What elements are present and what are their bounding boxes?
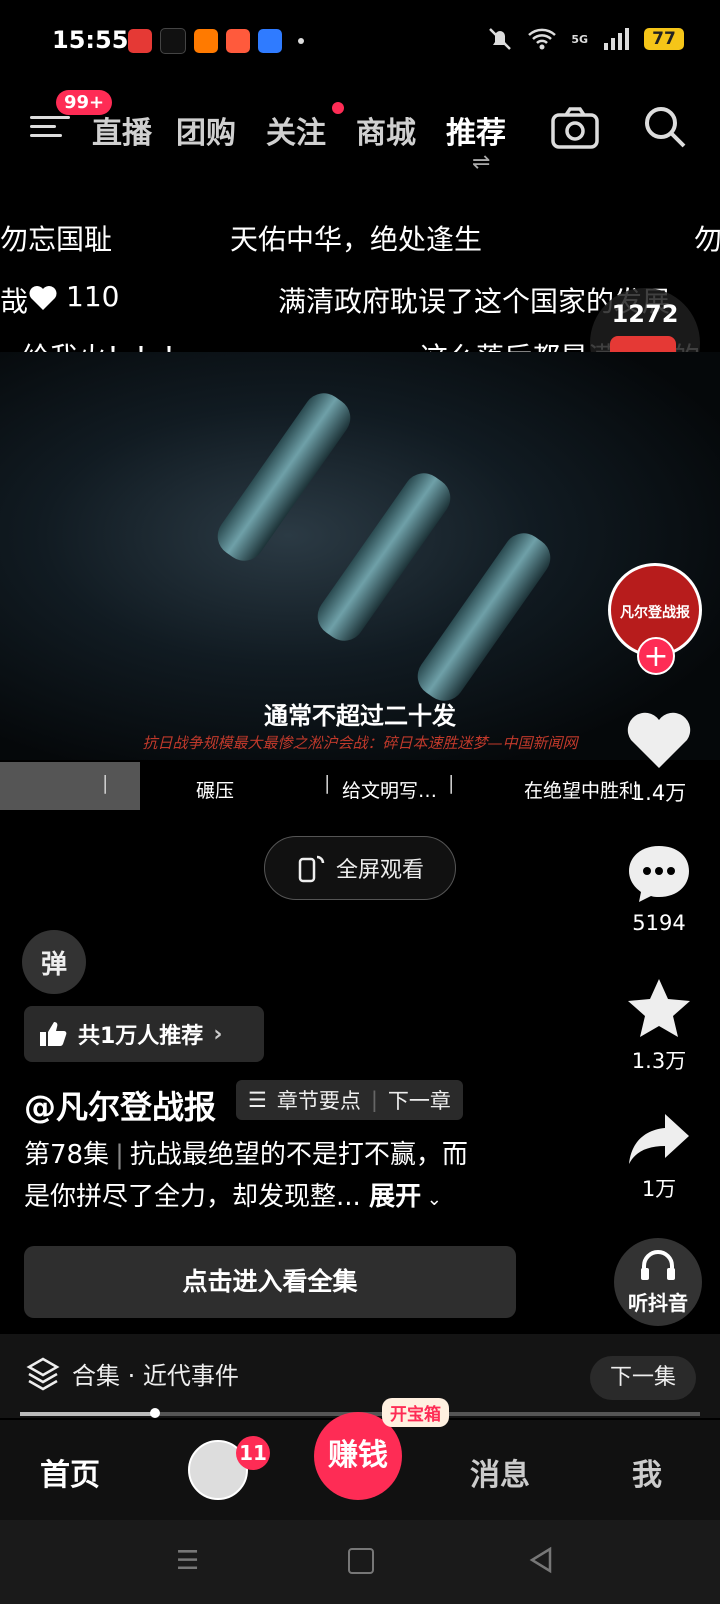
bullet-shape [309, 465, 459, 649]
headphones-icon [641, 1250, 675, 1280]
baidu-icon [258, 29, 282, 53]
favorite-count: 1.3万 [631, 1049, 687, 1073]
friends-badge: 11 [236, 1436, 270, 1470]
recommend-pill[interactable]: 共1万人推荐 › [24, 1006, 264, 1062]
danmaku-item: 天佑中华，绝处逢生 [230, 223, 483, 256]
desc-line2: 是你拼尽了全力，却发现整... [24, 1182, 361, 1212]
episode-label: 第78集 [24, 1140, 110, 1170]
chevron-down-icon: ⌄ [421, 1189, 442, 1210]
like-button[interactable]: 1.4万 [614, 710, 704, 807]
system-nav-bar: ☰ [0, 1520, 720, 1604]
treasure-badge[interactable]: 开宝箱 [382, 1398, 449, 1427]
tab-group-buy[interactable]: 团购 [176, 108, 236, 152]
comment-button[interactable]: 5194 [614, 842, 704, 935]
status-right: 5G 77 [487, 26, 684, 52]
chapter-points-label[interactable]: 章节要点 [277, 1085, 361, 1115]
video-subtitle: 通常不超过二十发 [264, 701, 456, 730]
chapter-item[interactable]: 碾压 [196, 776, 234, 803]
search-icon[interactable] [642, 104, 688, 150]
chapter-divider: | [102, 772, 109, 794]
comment-icon [629, 846, 689, 902]
app-icon-red [226, 29, 250, 53]
list-icon: ☰ [248, 1088, 267, 1112]
nav-me[interactable]: 我 [632, 1450, 662, 1494]
thumbs-up-icon [40, 1022, 67, 1046]
red-packet-count: 1272 [611, 300, 679, 328]
tiktok-icon [160, 28, 186, 54]
collection-bar[interactable]: 合集 · 近代事件 下一集 [0, 1334, 720, 1418]
fullscreen-button[interactable]: 全屏观看 [264, 836, 456, 900]
collection-label: 合集 · 近代事件 [72, 1362, 239, 1390]
camera-icon[interactable] [550, 106, 600, 150]
danmaku-item: 勿忘国耻 [0, 223, 113, 256]
share-button[interactable]: 1万 [614, 1108, 704, 1203]
video-source-line: 抗日战争规模最大最惨之淞沪会战：碎日本速胜迷梦—中国新闻网 [142, 734, 578, 752]
listen-button[interactable]: 听抖音 [614, 1238, 702, 1326]
menu-button[interactable] [30, 110, 70, 146]
watch-all-button[interactable]: 点击进入看全集 [24, 1246, 516, 1318]
back-icon[interactable] [528, 1546, 554, 1574]
chapter-divider: | [324, 772, 331, 794]
nav-home[interactable]: 首页 [40, 1450, 100, 1494]
battery-indicator: 77 [644, 28, 684, 50]
status-bar: 15:55 5G 77 [0, 0, 720, 80]
heart-icon [29, 286, 57, 310]
mute-bell-icon [489, 28, 512, 50]
clock: 15:55 [52, 26, 129, 54]
chapter-strip: | 碾压 | 给文明写… | 在绝望中胜利 [0, 762, 720, 810]
like-count: 1.4万 [631, 781, 687, 805]
rotate-phone-icon [298, 855, 325, 883]
video-description: 第78集 | 抗战最绝望的不是打不赢，而 是你拼尽了全力，却发现整... 展开 ⌄ [24, 1140, 468, 1212]
top-nav: 99+ 直播 团购 关注 商城 推荐 ⇌ [0, 90, 720, 176]
share-count: 1万 [641, 1177, 677, 1201]
danmaku-likes: 110 [66, 280, 120, 313]
network-label: 5G [571, 32, 588, 46]
tab-live[interactable]: 直播 [92, 108, 152, 152]
bullet-shape [409, 525, 559, 709]
layers-icon [26, 1357, 60, 1391]
next-episode-button[interactable]: 下一集 [589, 1356, 696, 1400]
following-dot [332, 102, 344, 114]
tab-mall[interactable]: 商城 [356, 108, 416, 152]
listen-label: 听抖音 [628, 1291, 688, 1315]
share-arrow-icon [629, 1114, 689, 1164]
more-notifications-icon [298, 38, 304, 44]
star-icon [628, 979, 690, 1037]
nav-messages[interactable]: 消息 [470, 1450, 530, 1494]
next-chapter-label[interactable]: 下一章 [388, 1085, 451, 1115]
chevron-right-icon: › [213, 1021, 223, 1047]
toutiao-icon [128, 29, 152, 53]
fullscreen-label: 全屏观看 [335, 858, 424, 883]
comment-count: 5194 [632, 911, 686, 935]
wifi-icon [528, 28, 557, 50]
danmaku-item: 哉 [0, 285, 29, 318]
chapter-progress [0, 762, 140, 810]
notification-icons [128, 28, 304, 54]
author-name[interactable]: @凡尔登战报 [24, 1082, 216, 1128]
danmaku-toggle-button[interactable]: 弹 [22, 930, 86, 994]
expand-button[interactable]: 展开 [369, 1182, 421, 1212]
favorite-button[interactable]: 1.3万 [614, 976, 704, 1075]
heart-icon [627, 712, 691, 768]
bullet-shape [209, 385, 359, 569]
recommend-label: 共1万人推荐 [78, 1024, 204, 1049]
danmaku-item: 勿 [694, 223, 720, 256]
chapter-item[interactable]: 给文明写… [342, 776, 437, 803]
home-icon[interactable] [348, 1548, 374, 1574]
signal-icon [604, 28, 629, 50]
app-icon-orange [194, 29, 218, 53]
recent-apps-icon[interactable]: ☰ [176, 1546, 199, 1576]
swap-icon[interactable]: ⇌ [472, 150, 490, 175]
chapter-divider: | [448, 772, 455, 794]
follow-button[interactable]: + [637, 637, 675, 675]
tab-recommend[interactable]: 推荐 [446, 108, 506, 152]
tab-following[interactable]: 关注 [266, 108, 326, 152]
playback-progress-fill [20, 1412, 154, 1416]
playback-scrubber[interactable] [150, 1408, 160, 1418]
chapter-pill[interactable]: ☰ 章节要点 | 下一章 [236, 1080, 463, 1120]
desc-line1: 抗战最绝望的不是打不赢，而 [129, 1140, 468, 1170]
